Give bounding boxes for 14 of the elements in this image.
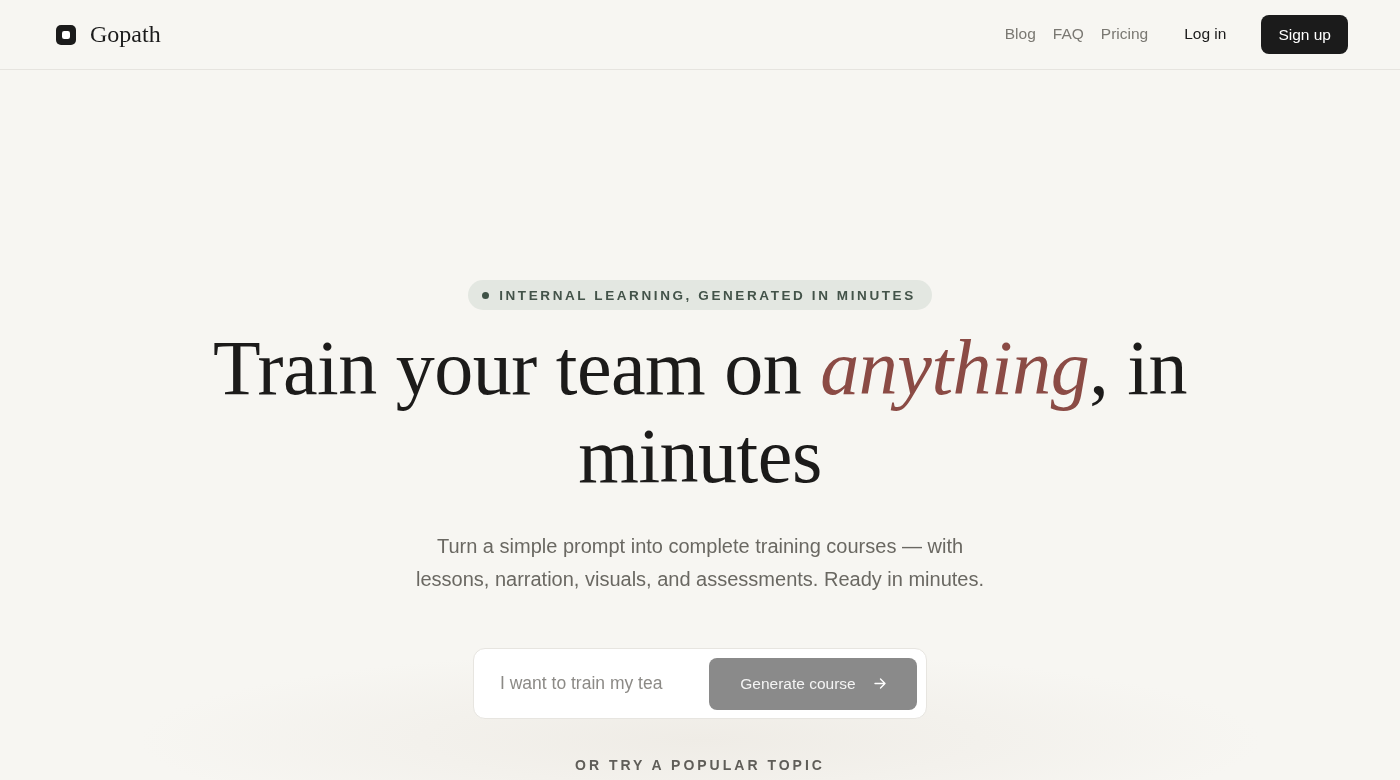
nav-link[interactable]: Pricing	[1100, 25, 1149, 44]
hero-headline: Train your team on anything, in minutes	[212, 324, 1188, 500]
login-link[interactable]: Log in	[1184, 25, 1227, 44]
prompt-input[interactable]: I want to train my tea	[500, 673, 684, 694]
popular-topics-label: OR TRY A POPULAR TOPIC	[575, 757, 825, 773]
nav-link[interactable]: FAQ	[1052, 25, 1084, 44]
dot-icon	[482, 291, 490, 299]
signup-button[interactable]: Sign up	[1261, 15, 1348, 54]
arrow-right-icon	[873, 678, 886, 689]
logo-icon	[56, 24, 76, 45]
brand-name: Gopath	[90, 21, 161, 46]
hero-subtitle: Turn a simple prompt into complete training courses — with lessons, narration, visuals, and assessments. Ready in minutes.	[414, 534, 985, 592]
nav-link[interactable]: Blog	[1004, 25, 1036, 44]
tagline-text: INTERNAL LEARNING, GENERATED IN MINUTES	[499, 287, 916, 303]
